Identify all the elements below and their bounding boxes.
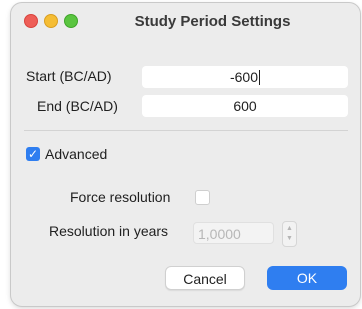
cancel-button[interactable]: Cancel bbox=[165, 266, 245, 290]
resolution-label: Resolution in years bbox=[49, 223, 169, 239]
start-value: -600 bbox=[229, 69, 259, 85]
start-field[interactable]: -600 bbox=[142, 66, 348, 88]
text-caret bbox=[259, 69, 261, 85]
force-resolution-label: Force resolution bbox=[70, 189, 171, 205]
end-label: End (BC/AD) bbox=[37, 98, 118, 114]
section-divider bbox=[24, 130, 348, 131]
title-bar: Study Period Settings bbox=[11, 3, 360, 41]
resolution-input[interactable]: 1,0000 bbox=[193, 222, 274, 244]
end-value: 600 bbox=[233, 98, 257, 114]
resolution-stepper[interactable]: ▲ ▼ bbox=[282, 221, 297, 247]
settings-dialog: Study Period Settings Start (BC/AD) -600… bbox=[11, 3, 360, 306]
force-resolution-checkbox[interactable] bbox=[195, 190, 210, 205]
end-field[interactable]: 600 bbox=[142, 95, 348, 117]
checkmark-icon: ✓ bbox=[27, 147, 39, 161]
advanced-checkbox[interactable]: ✓ bbox=[26, 147, 40, 161]
advanced-label: Advanced bbox=[45, 146, 108, 162]
chevron-down-icon[interactable]: ▼ bbox=[286, 235, 293, 242]
start-label: Start (BC/AD) bbox=[26, 68, 112, 84]
chevron-up-icon[interactable]: ▲ bbox=[286, 225, 293, 232]
window-title: Study Period Settings bbox=[134, 13, 291, 30]
ok-button[interactable]: OK bbox=[267, 266, 347, 290]
